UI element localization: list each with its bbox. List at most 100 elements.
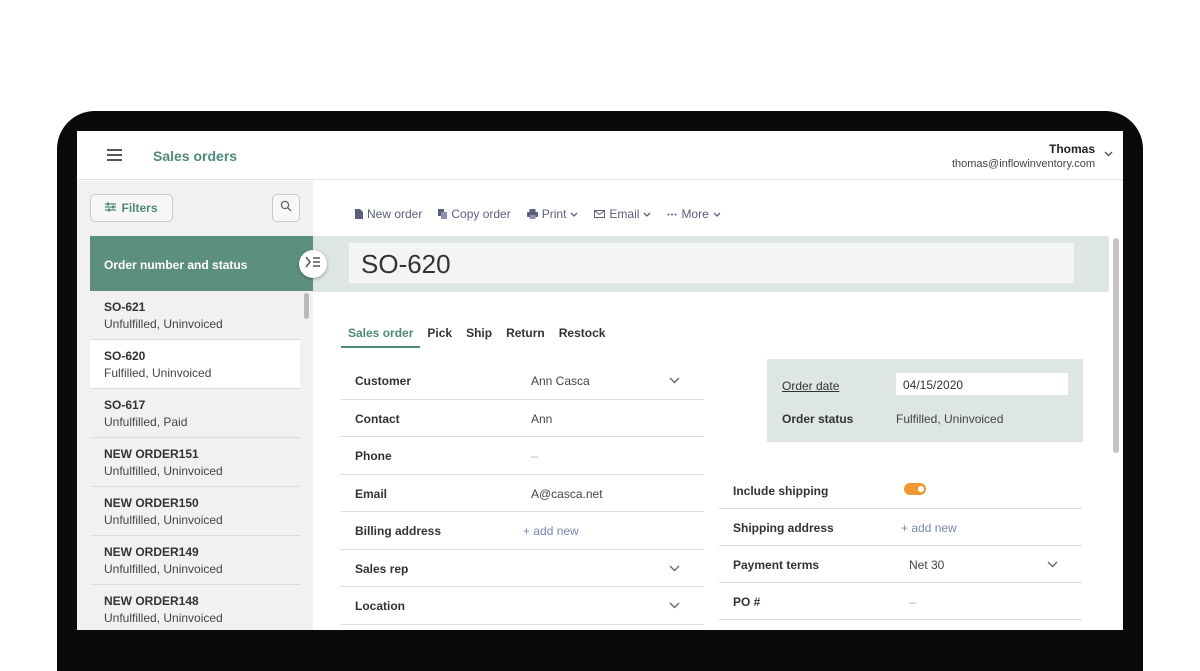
payment-terms-select[interactable]: Net 30 [909, 558, 944, 572]
filters-button[interactable]: Filters [90, 194, 173, 222]
include-shipping-label: Include shipping [733, 484, 829, 498]
page-title: Sales orders [153, 148, 238, 164]
phone-row: Phone – [341, 437, 704, 475]
order-number: NEW ORDER150 [104, 496, 199, 510]
order-status-label: Order status [782, 412, 854, 426]
location-label: Location [355, 599, 405, 613]
document-icon [355, 209, 363, 219]
list-item[interactable]: NEW ORDER150 Unfulfilled, Uninvoiced [90, 487, 300, 536]
location-row: Location [341, 587, 704, 625]
order-date-label[interactable]: Order date [782, 379, 839, 393]
tab-ship[interactable]: Ship [459, 326, 499, 348]
payment-terms-label: Payment terms [733, 558, 820, 572]
envelope-icon [594, 210, 606, 218]
chevron-down-icon [713, 212, 721, 217]
order-status: Fulfilled, Uninvoiced [104, 366, 212, 380]
phone-label: Phone [355, 449, 392, 463]
user-name[interactable]: Thomas [1049, 142, 1095, 156]
print-label: Print [541, 207, 567, 221]
po-number-field[interactable]: – [909, 595, 916, 609]
order-status: Unfulfilled, Uninvoiced [104, 317, 223, 331]
list-item[interactable]: NEW ORDER151 Unfulfilled, Uninvoiced [90, 438, 300, 487]
tab-return[interactable]: Return [499, 326, 552, 348]
top-bar: Sales orders Thomas thomas@inflowinvento… [77, 131, 1123, 180]
order-status: Unfulfilled, Uninvoiced [104, 513, 223, 527]
search-icon [280, 199, 292, 217]
email-field[interactable]: A@casca.net [531, 487, 603, 501]
sales-rep-label: Sales rep [355, 561, 409, 576]
main-scrollbar[interactable] [1113, 238, 1119, 453]
sales-rep-row: Sales rep [341, 550, 704, 587]
app-screen: Sales orders Thomas thomas@inflowinvento… [77, 131, 1123, 630]
order-title-band: SO-620 [313, 236, 1109, 292]
email-row: Email A@casca.net [341, 475, 704, 512]
add-billing-address-link[interactable]: + add new [523, 524, 579, 538]
chevron-down-icon [570, 212, 578, 217]
list-item[interactable]: SO-621 Unfulfilled, Uninvoiced [90, 291, 300, 340]
list-item[interactable]: NEW ORDER149 Unfulfilled, Uninvoiced [90, 536, 300, 585]
shipping-address-row: Shipping address + add new [719, 509, 1082, 546]
order-form-left: Customer Ann Casca Contact Ann Phone – E… [341, 362, 704, 625]
copy-order-label: Copy order [451, 207, 511, 221]
printer-icon [526, 209, 538, 219]
shipping-address-label: Shipping address [733, 521, 834, 535]
order-date-input[interactable]: 04/15/2020 [896, 373, 1068, 395]
order-list-pane: Filters Order number and status SO-621 U… [77, 181, 313, 630]
order-number-input[interactable]: SO-620 [348, 242, 1075, 284]
po-number-row: PO # – [719, 583, 1082, 620]
collapse-panel-icon [305, 255, 321, 273]
email-label: Email [609, 207, 640, 221]
search-button[interactable] [272, 194, 300, 222]
list-item[interactable]: NEW ORDER148 Unfulfilled, Uninvoiced [90, 585, 300, 630]
contact-field[interactable]: Ann [531, 412, 552, 426]
more-menu[interactable]: More [667, 207, 721, 221]
order-number: SO-617 [104, 398, 146, 412]
chevron-down-icon[interactable] [669, 561, 680, 575]
chevron-down-icon[interactable] [669, 373, 680, 387]
order-summary-box: Order date 04/15/2020 Order status Fulfi… [767, 359, 1083, 442]
include-shipping-row: Include shipping [719, 472, 1082, 509]
list-column-header[interactable]: Order number and status [90, 236, 313, 291]
customer-select[interactable]: Ann Casca [531, 374, 590, 388]
new-order-button[interactable]: New order [355, 207, 422, 221]
list-scrollbar[interactable] [304, 293, 309, 319]
email-menu[interactable]: Email [594, 207, 651, 221]
chevron-down-icon[interactable] [1104, 149, 1113, 160]
contact-label: Contact [355, 411, 400, 426]
tab-restock[interactable]: Restock [552, 326, 613, 348]
order-number: NEW ORDER149 [104, 545, 199, 559]
chevron-down-icon[interactable] [669, 598, 680, 612]
billing-address-label: Billing address [355, 524, 442, 538]
po-number-label: PO # [733, 595, 761, 609]
order-list: SO-621 Unfulfilled, Uninvoiced SO-620 Fu… [90, 291, 300, 630]
list-item[interactable]: SO-617 Unfulfilled, Paid [90, 389, 300, 438]
add-shipping-address-link[interactable]: + add new [901, 521, 957, 535]
collapse-list-button[interactable] [299, 250, 327, 278]
contact-row: Contact Ann [341, 400, 704, 437]
order-number: SO-620 [104, 349, 146, 363]
tab-sales-order[interactable]: Sales order [341, 326, 421, 348]
order-number: SO-621 [104, 300, 146, 314]
include-shipping-toggle[interactable] [904, 483, 926, 495]
order-status: Unfulfilled, Uninvoiced [104, 611, 223, 625]
tab-pick[interactable]: Pick [420, 326, 459, 348]
payment-terms-row: Payment terms Net 30 [719, 546, 1082, 583]
order-number: NEW ORDER148 [104, 594, 199, 608]
ellipsis-icon [667, 213, 677, 216]
list-item-selected[interactable]: SO-620 Fulfilled, Uninvoiced [90, 340, 300, 389]
print-menu[interactable]: Print [526, 207, 579, 221]
hamburger-menu-icon[interactable] [107, 149, 122, 161]
phone-field[interactable]: – [531, 449, 538, 463]
order-tabs: Sales order Pick Ship Return Restock [341, 326, 612, 348]
chevron-down-icon[interactable] [1047, 557, 1058, 571]
filter-sliders-icon [105, 201, 117, 215]
copy-order-button[interactable]: Copy order [438, 207, 511, 221]
copy-icon [438, 209, 448, 219]
order-status: Unfulfilled, Uninvoiced [104, 562, 223, 576]
user-email[interactable]: thomas@inflowinventory.com [952, 158, 1095, 170]
customer-label: Customer [355, 374, 412, 388]
billing-address-row: Billing address + add new [341, 512, 704, 550]
order-status-value: Fulfilled, Uninvoiced [896, 412, 1004, 426]
order-number: NEW ORDER151 [104, 447, 199, 461]
toolbar: New order Copy order Print Email More [355, 207, 721, 221]
